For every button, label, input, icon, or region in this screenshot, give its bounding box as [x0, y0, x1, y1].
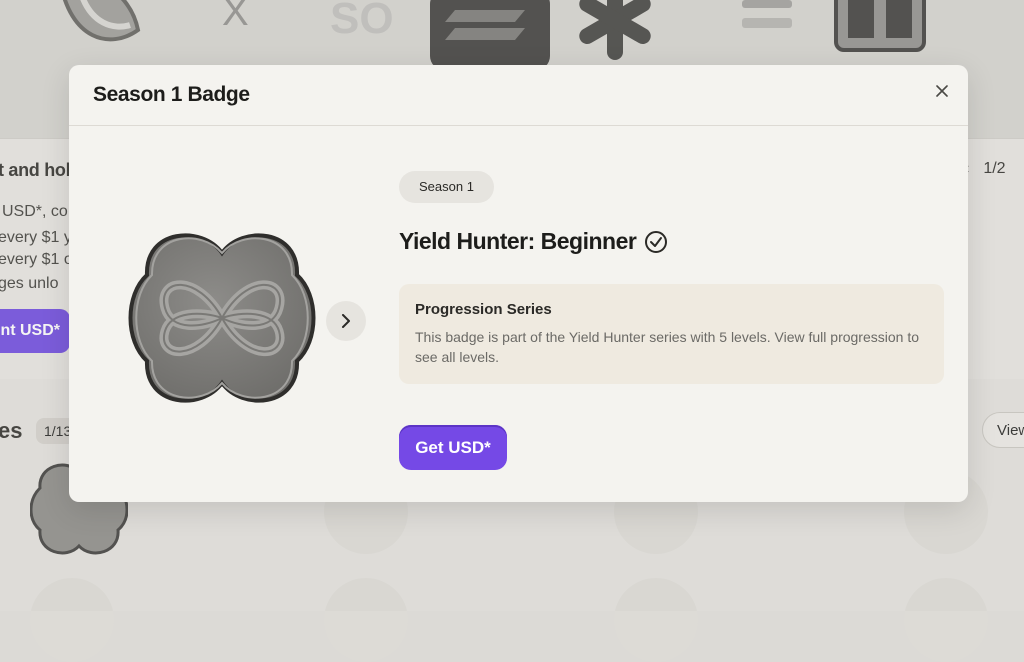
modal-header: Season 1 Badge: [69, 65, 968, 126]
next-badge-button[interactable]: [326, 301, 366, 341]
progression-info-box: Progression Series This badge is part of…: [399, 284, 944, 384]
season-tag: Season 1: [399, 171, 494, 203]
badge-name: Yield Hunter: Beginner: [399, 228, 637, 254]
check-circle-icon: [645, 230, 668, 253]
get-usd-button[interactable]: Get USD*: [399, 425, 507, 470]
badge-name-row: Yield Hunter: Beginner: [399, 228, 668, 255]
chevron-right-icon: [342, 314, 350, 328]
progression-title: Progression Series: [415, 301, 552, 318]
modal-title: Season 1 Badge: [93, 83, 250, 106]
close-icon: [936, 85, 948, 97]
close-button[interactable]: [930, 79, 954, 103]
badge-modal: Season 1 Badge Season 1 Yield Hunter: Be…: [69, 65, 968, 502]
badge-image: [128, 233, 316, 403]
progression-description: This badge is part of the Yield Hunter s…: [415, 329, 919, 365]
